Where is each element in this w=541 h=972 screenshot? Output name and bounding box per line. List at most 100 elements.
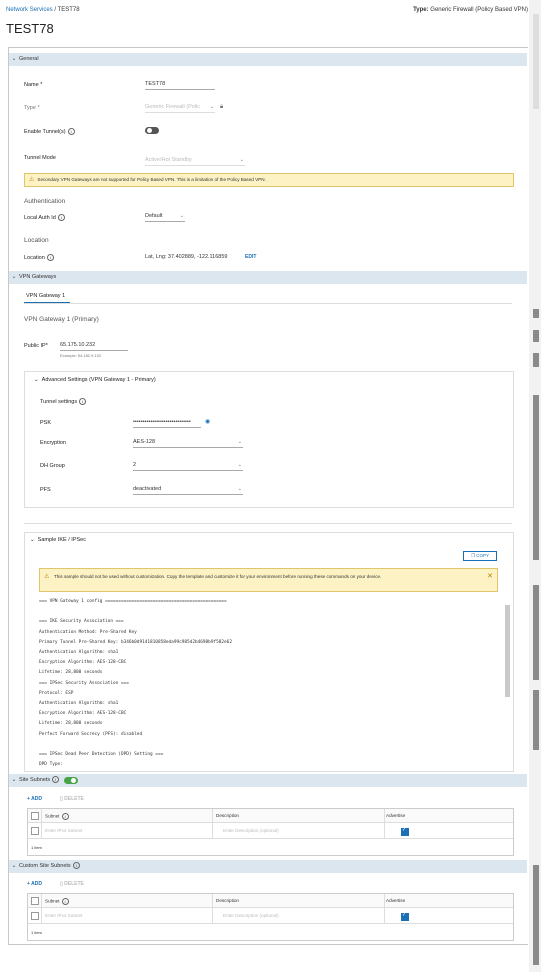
scroll-marker (533, 585, 539, 680)
enable-tunnels-label: Enable Tunnel(s) i (24, 128, 75, 135)
custom-subnets-grid: Subnet i Description Advertise Enter IPv4… (27, 893, 514, 941)
sample-warning: ⚠ This sample should not be used without… (39, 568, 498, 592)
psk-label: PSK (40, 420, 52, 426)
chevron-down-icon: ⌄ (237, 486, 242, 492)
code-line: Primary Tunnel Pre-Shared Key: b346b0d91… (39, 639, 232, 645)
main-pane: Network Services / TEST78 Type: Generic … (0, 0, 528, 972)
local-auth-id-select[interactable]: Default ⌄ (145, 212, 185, 222)
encryption-label: Encryption (40, 440, 66, 446)
site-subnets-toggle[interactable] (64, 777, 78, 784)
add-custom-subnet-button[interactable]: + ADD (27, 881, 42, 887)
info-icon[interactable]: i (61, 813, 69, 820)
location-value: Lat, Lng: 37.402889, -122.116859 (145, 254, 228, 260)
subnet-column-header[interactable]: Subnet i (45, 813, 69, 820)
section-divider (24, 523, 512, 524)
advertise-column-header[interactable]: Advertise (386, 813, 405, 818)
trash-icon: ▯ (60, 796, 63, 802)
local-auth-id-label: Local Auth Id i (24, 214, 65, 221)
breadcrumb-network-services-link[interactable]: Network Services (6, 7, 53, 13)
lock-icon: 🔒︎ (220, 104, 224, 110)
page-scrollbar-thumb[interactable] (533, 14, 539, 109)
grid-footer: 1 item (31, 930, 42, 935)
scroll-marker (533, 353, 539, 367)
vpn-gateway-1-heading: VPN Gateway 1 (Primary) (24, 316, 99, 323)
encryption-select[interactable]: AES-128 ⌄ (133, 438, 243, 448)
scroll-marker (533, 395, 539, 560)
code-line: === IPSec Dead Peer Detection (DPD) Sett… (39, 752, 164, 758)
tab-vpn-gateway-1[interactable]: VPN Gateway 1 (26, 293, 65, 299)
chevron-down-icon: ⌄ (11, 274, 17, 280)
general-section-header[interactable]: ⌄ General (9, 53, 527, 66)
chevron-down-icon: ⌄ (237, 462, 242, 468)
sample-config-code: === VPN Gateway 1 config ===============… (39, 597, 499, 767)
tunnel-settings-label: Tunnel settings i (40, 398, 87, 405)
advertise-checkbox[interactable] (401, 827, 409, 836)
chevron-down-icon: ⌄ (237, 439, 242, 445)
select-all-checkbox[interactable] (31, 897, 39, 905)
delete-custom-subnet-button: ▯ DELETE (60, 881, 84, 887)
sample-ike-toggle[interactable]: ⌄ Sample IKE / IPSec (30, 537, 86, 543)
close-icon[interactable]: ✕ (487, 572, 493, 580)
site-subnets-section-header[interactable]: ⌄ Site Subnets i (9, 774, 527, 787)
code-scrollbar[interactable] (505, 605, 510, 697)
info-icon[interactable]: i (57, 214, 65, 221)
select-all-checkbox[interactable] (31, 812, 39, 820)
info-icon[interactable]: i (46, 254, 54, 261)
scroll-marker (533, 330, 539, 342)
type-select: Generic Firewall (Polic ⌄ (145, 103, 215, 113)
chevron-down-icon: ⌄ (179, 213, 184, 219)
edit-location-link[interactable]: EDIT (245, 254, 256, 260)
secondary-gateway-warning: ⚠ Secondary VPN Gateways are not supporte… (24, 173, 514, 187)
public-ip-label: Public IP* (24, 343, 48, 349)
info-icon[interactable]: i (61, 898, 69, 905)
description-input[interactable]: Enter Description (optional) (223, 913, 279, 918)
tab-divider (24, 303, 512, 304)
chevron-down-icon: ⌄ (11, 863, 17, 869)
info-icon[interactable]: i (79, 398, 87, 405)
public-ip-input[interactable]: 65.175.10.232 (60, 341, 128, 351)
info-icon[interactable]: i (52, 776, 60, 784)
trash-icon: ▯ (60, 881, 63, 887)
name-label: Name * (24, 82, 43, 88)
grid-header-row (28, 809, 513, 823)
description-column-header[interactable]: Description (216, 813, 239, 818)
advertise-column-header[interactable]: Advertise (386, 898, 405, 903)
copy-button[interactable]: ❐ COPY (463, 551, 497, 561)
grid-divider (384, 809, 385, 838)
subnet-column-header[interactable]: Subnet i (45, 898, 69, 905)
enable-tunnels-toggle[interactable] (145, 127, 159, 134)
site-subnets-grid: Subnet i Description Advertise Enter IPv4… (27, 808, 514, 856)
dh-group-label: DH Group (40, 463, 65, 469)
code-line: Perfect Forward Secrecy (PFS): disabled (39, 731, 143, 737)
custom-site-subnets-section-header[interactable]: ⌄ Custom Site Subnets i (9, 860, 527, 873)
breadcrumb-current: TEST78 (57, 7, 80, 13)
advertise-checkbox[interactable] (401, 912, 409, 921)
row-checkbox[interactable] (31, 912, 39, 920)
advanced-settings-toggle[interactable]: ⌄ Advanced Settings (VPN Gateway 1 - Pri… (34, 377, 156, 383)
code-line: Authentication Algorithm: sha1 (39, 650, 119, 655)
vpn-gateways-section-header[interactable]: ⌄ VPN Gateways (9, 271, 527, 284)
scroll-marker (533, 690, 539, 750)
description-column-header[interactable]: Description (216, 898, 239, 903)
add-site-subnet-button[interactable]: + ADD (27, 796, 42, 802)
info-icon[interactable]: i (72, 862, 80, 870)
grid-footer: 1 item (31, 845, 42, 850)
chevron-down-icon: ⌄ (30, 537, 35, 543)
pfs-select[interactable]: deactivated ⌄ (133, 485, 243, 495)
dh-group-select[interactable]: 2 ⌄ (133, 461, 243, 471)
code-line: === IKE Security Association === (39, 619, 124, 625)
eye-icon[interactable]: ◉ (205, 418, 210, 425)
code-line: Protocol: ESP (39, 690, 74, 696)
name-input[interactable]: TEST78 (145, 80, 215, 90)
row-checkbox[interactable] (31, 827, 39, 835)
chevron-down-icon: ⌄ (34, 377, 39, 383)
subnet-input[interactable]: Enter IPv4 Subnet (45, 913, 82, 918)
chevron-down-icon: ⌄ (239, 157, 244, 163)
info-icon[interactable]: i (67, 128, 75, 135)
chevron-down-icon: ⌄ (209, 104, 214, 110)
description-input[interactable]: Enter Description (optional) (223, 828, 279, 833)
psk-input[interactable]: •••••••••••••••••••••••••••••• (133, 418, 201, 428)
type-info: Type: Generic Firewall (Policy Based VPN… (413, 7, 528, 13)
subnet-input[interactable]: Enter IPv4 Subnet (45, 828, 82, 833)
grid-divider (41, 894, 42, 923)
